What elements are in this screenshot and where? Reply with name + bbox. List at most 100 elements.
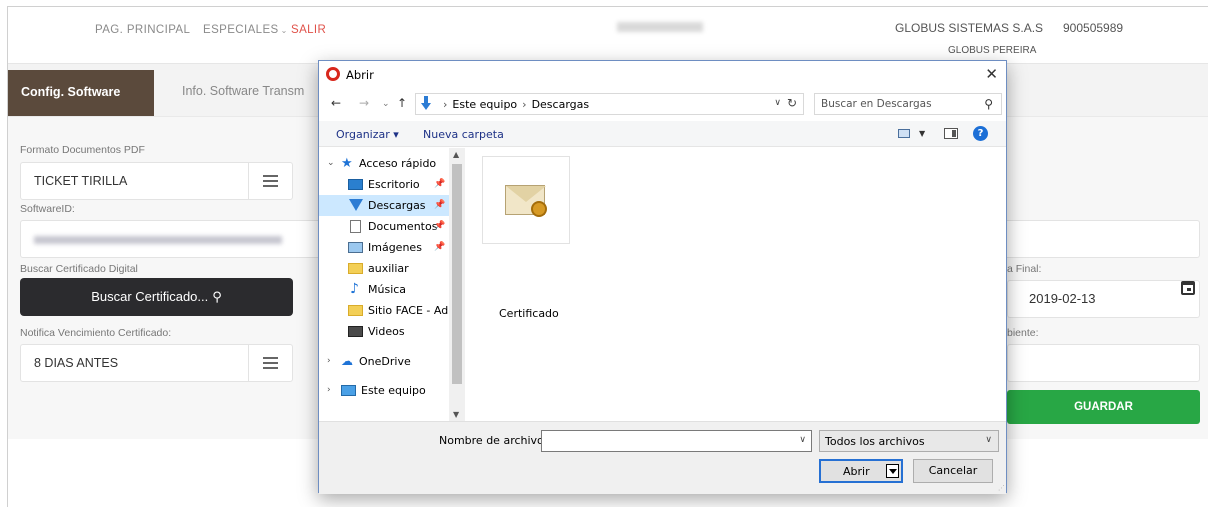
file-item-certificado[interactable]	[482, 156, 570, 244]
back-arrow-icon[interactable]: ←	[331, 96, 341, 110]
tree-item-label: Acceso rápido	[359, 157, 437, 170]
tree-item-videos[interactable]: Videos	[319, 321, 449, 342]
filename-input[interactable]: ∨	[541, 430, 812, 452]
opera-icon	[326, 67, 340, 81]
menu-icon	[248, 163, 292, 199]
images-icon	[348, 242, 363, 253]
pdf-format-select[interactable]: TICKET TIRILLA	[20, 162, 293, 200]
cancel-button[interactable]: Cancelar	[913, 459, 993, 483]
chevron-down-icon[interactable]: ▼	[919, 129, 925, 138]
tree-item-documents[interactable]: Documentos 📌	[319, 216, 449, 237]
tree-item-label: Videos	[368, 325, 405, 338]
environment-label: biente:	[1007, 327, 1039, 339]
redacted-software-id	[34, 236, 282, 244]
environment-field[interactable]	[1007, 344, 1200, 382]
pin-icon: 📌	[434, 200, 446, 210]
search-icon: ⚲	[984, 97, 993, 111]
tree-item-auxiliar[interactable]: auxiliar	[319, 258, 449, 279]
notify-label: Notifica Vencimiento Certificado:	[20, 327, 172, 339]
pdf-format-label: Formato Documentos PDF	[20, 144, 145, 156]
tree-item-images[interactable]: Imágenes 📌	[319, 237, 449, 258]
dialog-footer: Nombre de archivo: ∨ Todos los archivos …	[319, 421, 1006, 494]
downloads-icon	[349, 199, 363, 211]
tree-item-label: Música	[368, 283, 407, 296]
chevron-down-icon: ∨	[985, 435, 992, 445]
address-bar[interactable]: › Este equipo › Descargas ∨ ↻	[415, 93, 804, 115]
pin-icon: 📌	[434, 179, 446, 189]
open-file-dialog: Abrir ✕ ← → ⌄ ↑ › Este equipo › Descargas ∨…	[318, 60, 1007, 494]
this-pc-icon	[341, 385, 356, 396]
pdf-format-value: TICKET TIRILLA	[34, 174, 128, 188]
search-icon: ⚲	[212, 289, 222, 304]
dialog-title: Abrir	[346, 68, 374, 82]
branch-name: GLOBUS PEREIRA	[948, 45, 1037, 56]
save-button[interactable]: GUARDAR	[1007, 390, 1200, 424]
tab-config-software[interactable]: Config. Software	[8, 70, 154, 116]
up-arrow-icon[interactable]: ↑	[397, 96, 407, 110]
filetype-value: Todos los archivos	[825, 435, 925, 448]
nav-home-link[interactable]: PAG. PRINCIPAL	[95, 24, 190, 36]
calendar-icon[interactable]	[1181, 281, 1195, 295]
open-options-dropdown[interactable]	[886, 464, 899, 478]
tree-item-onedrive[interactable]: › ☁ OneDrive	[319, 351, 449, 372]
tab-info-software[interactable]: Info. Software Transm	[182, 84, 304, 98]
breadcrumb-downloads[interactable]: Descargas	[532, 98, 590, 111]
tree-item-label: auxiliar	[368, 262, 409, 275]
folder-icon	[348, 263, 363, 274]
chevron-down-icon: ⌄	[280, 26, 288, 35]
file-list-pane: Certificado	[466, 148, 1006, 421]
refresh-icon[interactable]: ↻	[787, 96, 797, 110]
open-button[interactable]: Abrir	[819, 459, 903, 483]
forward-arrow-icon[interactable]: →	[359, 96, 369, 110]
command-bar: Organizar ▾ Nueva carpeta ▼ ?	[319, 121, 1006, 147]
search-input[interactable]: Buscar en Descargas ⚲	[814, 93, 1002, 115]
tree-item-desktop[interactable]: Escritorio 📌	[319, 174, 449, 195]
nav-especiales-dropdown[interactable]: ESPECIALES ⌄	[203, 24, 288, 36]
notify-select[interactable]: 8 DIAS ANTES	[20, 344, 293, 382]
key-icon	[531, 201, 547, 217]
resize-grip-icon[interactable]: ⋰	[998, 484, 1005, 492]
software-id-label: SoftwareID:	[20, 203, 75, 215]
notify-value: 8 DIAS ANTES	[34, 356, 119, 370]
tree-item-label: Descargas	[368, 199, 426, 212]
final-date-value: 2019-02-13	[1029, 291, 1096, 306]
nav-especiales-label: ESPECIALES	[203, 24, 279, 36]
tree-item-label: Documentos	[368, 220, 438, 233]
chevron-right-icon[interactable]: ›	[327, 380, 331, 401]
breadcrumb: › Este equipo › Descargas	[443, 98, 590, 111]
company-name: GLOBUS SISTEMAS S.A.S	[895, 21, 1044, 35]
final-date-label: a Final:	[1007, 263, 1042, 275]
search-certificate-label: Buscar Certificado...	[91, 289, 209, 304]
tree-item-label: Escritorio	[368, 178, 420, 191]
open-button-label: Abrir	[843, 465, 870, 478]
breadcrumb-this-pc[interactable]: Este equipo	[452, 98, 517, 111]
chevron-right-icon[interactable]: ›	[327, 351, 331, 372]
tree-item-downloads[interactable]: Descargas 📌	[319, 195, 449, 216]
nav-pane-scrollbar[interactable]: ▲ ▼	[449, 148, 465, 421]
organize-menu[interactable]: Organizar ▾	[336, 128, 399, 141]
scrollbar-thumb[interactable]	[452, 164, 462, 384]
navigation-pane: ⌄ ★ Acceso rápido Escritorio 📌 Descargas…	[319, 148, 465, 421]
chevron-down-icon[interactable]: ∨	[799, 435, 806, 445]
change-view-icon[interactable]	[898, 129, 910, 138]
scroll-up-arrow-icon[interactable]: ▲	[453, 150, 459, 159]
scroll-down-arrow-icon[interactable]: ▼	[453, 410, 459, 419]
desktop-icon	[348, 179, 363, 190]
help-icon[interactable]: ?	[973, 126, 988, 141]
downloads-icon	[421, 96, 431, 110]
new-folder-button[interactable]: Nueva carpeta	[423, 128, 504, 141]
recent-locations-chevron-icon[interactable]: ⌄	[382, 99, 390, 109]
tree-item-sitio-face[interactable]: Sitio FACE - Adn	[319, 300, 449, 321]
menu-icon	[248, 345, 292, 381]
search-certificate-button[interactable]: Buscar Certificado... ⚲	[20, 278, 293, 316]
preview-pane-icon[interactable]	[944, 128, 958, 139]
nav-exit-link[interactable]: SALIR	[291, 24, 326, 36]
chevron-down-icon[interactable]: ∨	[774, 98, 781, 108]
filetype-select[interactable]: Todos los archivos ∨	[819, 430, 999, 452]
tree-item-quick-access[interactable]: ⌄ ★ Acceso rápido	[319, 153, 449, 174]
search-placeholder: Buscar en Descargas	[821, 98, 932, 110]
close-icon[interactable]: ✕	[985, 65, 998, 83]
tree-item-music[interactable]: ♪ Música	[319, 279, 449, 300]
tree-item-this-pc[interactable]: › Este equipo	[319, 380, 449, 401]
chevron-down-icon[interactable]: ⌄	[327, 153, 335, 174]
